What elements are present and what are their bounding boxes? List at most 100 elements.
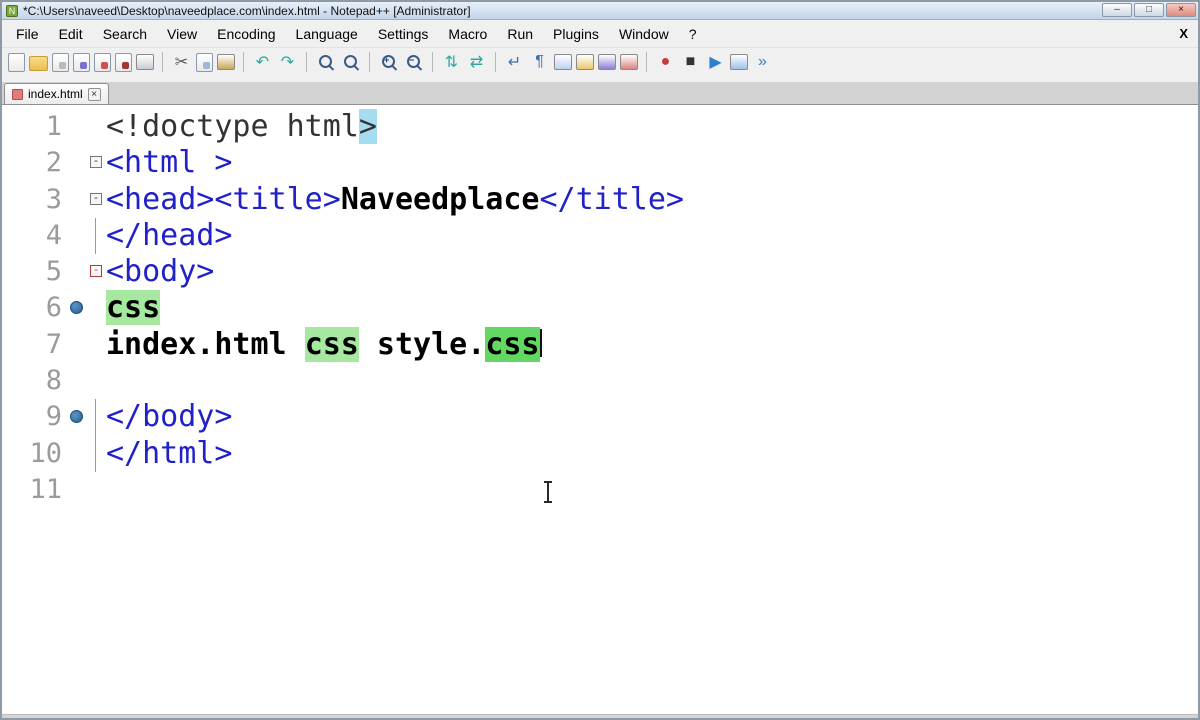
title-bar[interactable]: N *C:\Users\naveed\Desktop\naveedplace.c… [2, 2, 1198, 20]
fold-margin[interactable] [86, 363, 106, 399]
code-segment: style. [358, 326, 486, 362]
close-icon[interactable] [94, 52, 111, 72]
save-icon[interactable] [52, 52, 69, 72]
editor-line[interactable]: 10 </html> [2, 435, 1198, 472]
menu-item-encoding[interactable]: Encoding [207, 22, 285, 46]
bookmark-margin[interactable] [68, 145, 86, 181]
sync-vertical-scroll-icon[interactable]: ⇅ [441, 52, 462, 73]
sync-horizontal-scroll-icon[interactable]: ⇄ [466, 52, 487, 73]
copy-icon[interactable] [196, 52, 213, 72]
editor-line[interactable]: 3 - <head><title>Naveedplace</title> [2, 182, 1198, 218]
open-folder-icon[interactable] [29, 56, 48, 71]
bookmark-margin[interactable] [68, 363, 86, 399]
code-line[interactable]: <head><title>Naveedplace</title> [106, 182, 684, 218]
fold-margin[interactable] [86, 217, 106, 255]
toolbar-separator [243, 52, 244, 72]
macro-run-multiple-icon[interactable]: » [752, 52, 773, 73]
fold-margin[interactable]: - [86, 182, 106, 218]
fold-margin[interactable]: - [86, 145, 106, 181]
bookmark-margin[interactable] [68, 254, 86, 290]
bookmark-margin[interactable] [68, 109, 86, 145]
editor-line[interactable]: 9 </body> [2, 399, 1198, 436]
editor-area[interactable]: 1 <!doctype html> 2- <html >3- <head><title>… [2, 105, 1198, 714]
tab-index-html[interactable]: index.html × [4, 83, 109, 104]
code-line[interactable]: <body> [106, 254, 214, 290]
document-map-icon[interactable] [576, 54, 594, 70]
editor-line[interactable]: 8 [2, 363, 1198, 399]
menu-item-settings[interactable]: Settings [368, 22, 439, 46]
bookmark-margin[interactable] [68, 399, 86, 435]
minimize-button[interactable]: – [1102, 3, 1132, 17]
fold-margin[interactable] [86, 472, 106, 508]
maximize-button[interactable]: □ [1134, 3, 1164, 17]
tab-close-icon[interactable]: × [87, 87, 101, 101]
menu-item-run[interactable]: Run [497, 22, 543, 46]
editor-line[interactable]: 11 [2, 472, 1198, 508]
editor-line[interactable]: 1 <!doctype html> [2, 109, 1198, 145]
bookmark-margin[interactable] [68, 436, 86, 472]
editor-line[interactable]: 4 </head> [2, 217, 1198, 255]
new-file-icon[interactable] [8, 52, 25, 72]
fold-collapse-icon[interactable]: - [90, 156, 102, 169]
editor-line[interactable]: 5 - <body> [2, 254, 1198, 290]
code-line[interactable]: </body> [106, 399, 232, 435]
close-document-x[interactable]: X [1179, 26, 1188, 41]
save-all-icon[interactable] [73, 52, 90, 72]
editor-line[interactable]: 7 index.html css style.css [2, 326, 1198, 363]
code-line[interactable]: </html> [106, 436, 232, 472]
macro-record-icon[interactable]: ● [655, 52, 676, 73]
zoom-out-icon[interactable]: − [403, 52, 424, 73]
fold-margin[interactable] [86, 327, 106, 363]
macro-save-icon[interactable] [730, 54, 748, 70]
menu-item-language[interactable]: Language [286, 22, 368, 46]
code-line[interactable]: <html > [106, 145, 232, 181]
code-line[interactable]: css [106, 290, 161, 326]
close-button[interactable]: × [1166, 3, 1196, 17]
undo-icon[interactable]: ↶ [252, 52, 273, 73]
macro-play-icon[interactable]: ▶ [705, 52, 726, 73]
editor-line[interactable]: 2 - <html > [2, 145, 1198, 181]
function-list-icon[interactable] [598, 54, 616, 70]
menu-item-help[interactable]: ? [679, 22, 707, 46]
redo-icon[interactable]: ↷ [277, 52, 298, 73]
bookmark-icon[interactable] [70, 410, 83, 424]
cut-icon[interactable]: ✂ [171, 52, 192, 73]
fold-margin[interactable] [86, 109, 106, 145]
fold-margin[interactable] [86, 435, 106, 472]
fold-margin[interactable] [86, 399, 106, 436]
file-monitoring-icon[interactable] [620, 54, 638, 70]
fold-margin[interactable]: - [86, 254, 106, 290]
menu-item-plugins[interactable]: Plugins [543, 22, 609, 46]
replace-icon[interactable] [340, 52, 361, 73]
fold-margin[interactable] [86, 290, 106, 326]
code-line[interactable]: index.html css style.css [106, 326, 542, 363]
code-segment: Naveedplace [340, 181, 540, 217]
menu-item-edit[interactable]: Edit [49, 22, 93, 46]
editor-line[interactable]: 6 css [2, 290, 1198, 326]
menu-item-macro[interactable]: Macro [438, 22, 497, 46]
macro-stop-icon[interactable]: ■ [680, 52, 701, 73]
fold-collapse-icon[interactable]: - [90, 265, 102, 278]
bookmark-margin[interactable] [68, 290, 86, 326]
word-wrap-icon[interactable]: ↵ [504, 52, 525, 73]
menu-item-window[interactable]: Window [609, 22, 679, 46]
bookmark-margin[interactable] [68, 472, 86, 508]
bookmark-icon[interactable] [70, 301, 83, 315]
show-all-characters-icon[interactable]: ¶ [529, 52, 550, 73]
bookmark-margin[interactable] [68, 327, 86, 363]
fold-collapse-icon[interactable]: - [90, 192, 102, 205]
print-icon[interactable] [136, 54, 154, 70]
close-all-icon[interactable] [115, 52, 132, 72]
bookmark-margin[interactable] [68, 218, 86, 254]
zoom-in-icon[interactable]: + [378, 52, 399, 73]
code-line[interactable]: </head> [106, 218, 232, 254]
menu-item-search[interactable]: Search [93, 22, 157, 46]
menu-item-file[interactable]: File [6, 22, 49, 46]
indent-guide-icon[interactable] [554, 54, 572, 70]
bookmark-margin[interactable] [68, 182, 86, 218]
paste-icon[interactable] [217, 54, 235, 70]
line-number: 4 [45, 219, 62, 251]
menu-item-view[interactable]: View [157, 22, 207, 46]
code-line[interactable]: <!doctype html> [106, 109, 377, 145]
find-icon[interactable] [315, 52, 336, 73]
